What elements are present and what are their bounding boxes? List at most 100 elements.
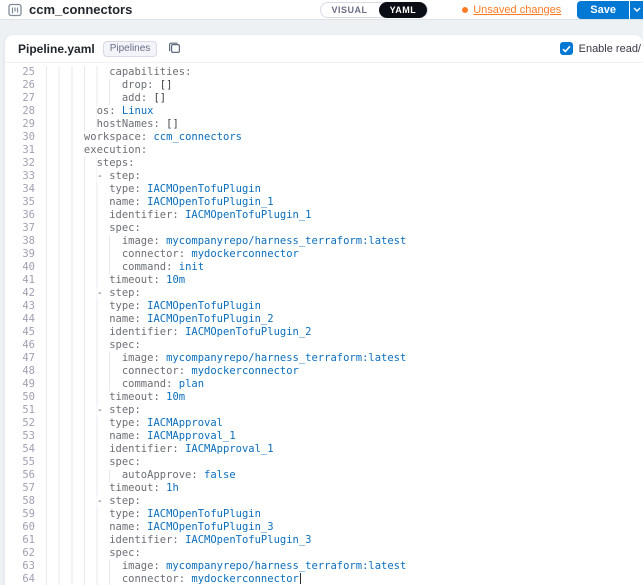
line-number: 40: [5, 261, 35, 274]
code-line[interactable]: 40command: init: [5, 261, 643, 274]
code-line[interactable]: 42- step:: [5, 287, 643, 300]
line-content: name: IACMApproval_1: [35, 430, 236, 443]
line-number: 32: [5, 157, 35, 170]
line-content: workspace: ccm_connectors: [35, 131, 242, 144]
code-line[interactable]: 56autoApprove: false: [5, 469, 643, 482]
code-line[interactable]: 52type: IACMApproval: [5, 417, 643, 430]
code-line[interactable]: 27add: []: [5, 92, 643, 105]
code-line[interactable]: 63image: mycompanyrepo/harness_terraform…: [5, 560, 643, 573]
line-content: spec:: [35, 456, 141, 469]
line-number: 51: [5, 404, 35, 417]
code-line[interactable]: 64connector: mydockerconnector: [5, 573, 643, 585]
line-content: spec:: [35, 339, 141, 352]
code-line[interactable]: 29hostNames: []: [5, 118, 643, 131]
line-number: 30: [5, 131, 35, 144]
code-line[interactable]: 51- step:: [5, 404, 643, 417]
code-line[interactable]: 54identifier: IACMApproval_1: [5, 443, 643, 456]
code-line[interactable]: 28os: Linux: [5, 105, 643, 118]
toggle-visual-button[interactable]: VISUAL: [321, 2, 379, 18]
line-content: - step:: [35, 287, 141, 300]
line-content: name: IACMOpenTofuPlugin_1: [35, 196, 274, 209]
line-content: type: IACMApproval: [35, 417, 223, 430]
code-line[interactable]: 44name: IACMOpenTofuPlugin_2: [5, 313, 643, 326]
line-number: 26: [5, 79, 35, 92]
yaml-editor[interactable]: 25capabilities:26drop: []27add: []28os: …: [5, 63, 643, 585]
code-line[interactable]: 57timeout: 1h: [5, 482, 643, 495]
code-line[interactable]: 34type: IACMOpenTofuPlugin: [5, 183, 643, 196]
line-number: 61: [5, 534, 35, 547]
pipelines-badge: Pipelines: [103, 41, 158, 57]
line-number: 41: [5, 274, 35, 287]
code-line[interactable]: 58- step:: [5, 495, 643, 508]
copy-yaml-button[interactable]: [168, 41, 181, 57]
line-content: image: mycompanyrepo/harness_terraform:l…: [35, 560, 406, 573]
code-line[interactable]: 53name: IACMApproval_1: [5, 430, 643, 443]
line-content: timeout: 10m: [35, 274, 185, 287]
enable-read-checkbox[interactable]: [560, 42, 573, 55]
line-content: image: mycompanyrepo/harness_terraform:l…: [35, 352, 406, 365]
unsaved-dot-icon: [462, 7, 468, 13]
line-number: 43: [5, 300, 35, 313]
save-dropdown-button[interactable]: [630, 1, 643, 19]
line-content: identifier: IACMOpenTofuPlugin_2: [35, 326, 312, 339]
code-line[interactable]: 38image: mycompanyrepo/harness_terraform…: [5, 235, 643, 248]
file-name-label: Pipeline.yaml: [18, 42, 95, 56]
code-line[interactable]: 37spec:: [5, 222, 643, 235]
unsaved-changes-label: Unsaved changes: [473, 4, 561, 16]
line-number: 45: [5, 326, 35, 339]
code-line[interactable]: 31execution:: [5, 144, 643, 157]
save-split-button: Save: [577, 1, 643, 19]
code-line[interactable]: 55spec:: [5, 456, 643, 469]
code-line[interactable]: 62spec:: [5, 547, 643, 560]
code-line[interactable]: 43type: IACMOpenTofuPlugin: [5, 300, 643, 313]
line-content: image: mycompanyrepo/harness_terraform:l…: [35, 235, 406, 248]
line-number: 64: [5, 573, 35, 585]
line-number: 63: [5, 560, 35, 573]
line-number: 48: [5, 365, 35, 378]
line-number: 57: [5, 482, 35, 495]
code-line[interactable]: 26drop: []: [5, 79, 643, 92]
yaml-editor-card: Pipeline.yaml Pipelines Enable read/ 25c…: [5, 35, 643, 585]
line-number: 56: [5, 469, 35, 482]
page-title: ccm_connectors: [29, 2, 132, 17]
line-content: steps:: [35, 157, 135, 170]
line-content: connector: mydockerconnector: [35, 248, 299, 261]
line-content: capabilities:: [35, 66, 191, 79]
line-content: connector: mydockerconnector: [35, 573, 301, 585]
line-content: command: plan: [35, 378, 204, 391]
enable-read-group: Enable read/: [560, 42, 641, 55]
code-line[interactable]: 49command: plan: [5, 378, 643, 391]
line-number: 28: [5, 105, 35, 118]
code-line[interactable]: 59type: IACMOpenTofuPlugin: [5, 508, 643, 521]
line-number: 25: [5, 66, 35, 79]
code-line[interactable]: 46spec:: [5, 339, 643, 352]
code-line[interactable]: 61identifier: IACMOpenTofuPlugin_3: [5, 534, 643, 547]
code-line[interactable]: 60name: IACMOpenTofuPlugin_3: [5, 521, 643, 534]
top-bar: ccm_connectors VISUAL YAML Unsaved chang…: [0, 0, 643, 20]
line-number: 29: [5, 118, 35, 131]
line-content: timeout: 10m: [35, 391, 185, 404]
code-line[interactable]: 48connector: mydockerconnector: [5, 365, 643, 378]
line-number: 62: [5, 547, 35, 560]
line-content: identifier: IACMOpenTofuPlugin_1: [35, 209, 312, 222]
code-line[interactable]: 25capabilities:: [5, 66, 643, 79]
code-line[interactable]: 35name: IACMOpenTofuPlugin_1: [5, 196, 643, 209]
code-line[interactable]: 36identifier: IACMOpenTofuPlugin_1: [5, 209, 643, 222]
code-line[interactable]: 45identifier: IACMOpenTofuPlugin_2: [5, 326, 643, 339]
toggle-yaml-button[interactable]: YAML: [379, 2, 428, 18]
code-line[interactable]: 50timeout: 10m: [5, 391, 643, 404]
line-number: 37: [5, 222, 35, 235]
line-number: 58: [5, 495, 35, 508]
code-line[interactable]: 32steps:: [5, 157, 643, 170]
code-line[interactable]: 33- step:: [5, 170, 643, 183]
line-content: - step:: [35, 170, 141, 183]
code-line[interactable]: 39connector: mydockerconnector: [5, 248, 643, 261]
code-line[interactable]: 47image: mycompanyrepo/harness_terraform…: [5, 352, 643, 365]
save-button[interactable]: Save: [577, 1, 629, 19]
code-line[interactable]: 30workspace: ccm_connectors: [5, 131, 643, 144]
line-number: 38: [5, 235, 35, 248]
code-line[interactable]: 41timeout: 10m: [5, 274, 643, 287]
line-content: name: IACMOpenTofuPlugin_3: [35, 521, 274, 534]
line-number: 52: [5, 417, 35, 430]
line-content: identifier: IACMApproval_1: [35, 443, 274, 456]
